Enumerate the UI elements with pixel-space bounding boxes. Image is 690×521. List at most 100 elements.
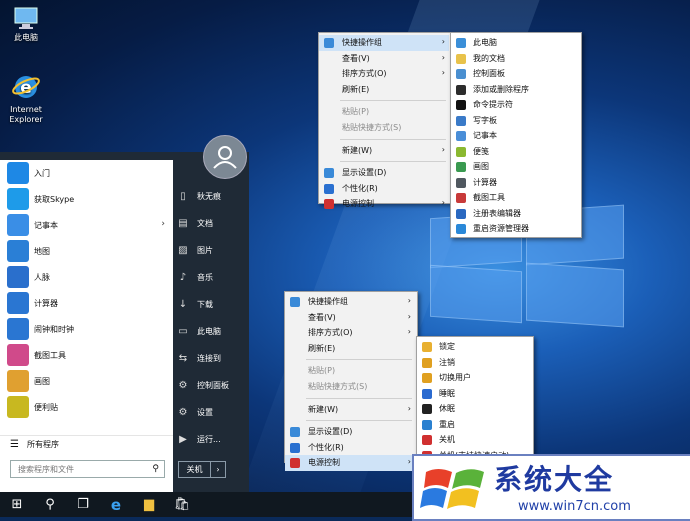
submenu-item[interactable]: 重启 bbox=[417, 417, 533, 432]
submenu-item[interactable]: 便笺 bbox=[451, 144, 581, 159]
context-menu-item[interactable]: 粘贴(P) bbox=[319, 104, 449, 120]
context-menu-item[interactable]: 查看(V) › bbox=[319, 51, 449, 67]
start-place-item[interactable]: ▤ 文档 bbox=[177, 212, 247, 234]
submenu-label: 注册表编辑器 bbox=[473, 208, 521, 218]
context-menu-item[interactable]: 个性化(R) bbox=[319, 181, 449, 197]
start-app-item[interactable]: 获取Skype bbox=[0, 186, 173, 212]
taskbar-button[interactable]: 🛍 bbox=[165, 492, 199, 517]
submenu-item[interactable]: 注册表编辑器 bbox=[451, 206, 581, 221]
user-avatar[interactable] bbox=[203, 135, 247, 179]
submenu-item[interactable]: 写字板 bbox=[451, 113, 581, 128]
wordpad-icon bbox=[456, 115, 466, 126]
context-menu-item[interactable]: 显示设置(D) bbox=[319, 165, 449, 181]
context-menu-item[interactable]: 电源控制 › bbox=[285, 455, 415, 472]
start-place-item[interactable]: ⚙ 设置 bbox=[177, 401, 247, 423]
context-menu-item[interactable]: 查看(V) › bbox=[285, 310, 415, 326]
start-app-item[interactable]: 闹钟和时钟 bbox=[0, 316, 173, 342]
start-search-input[interactable]: 搜索程序和文件 ⚲ bbox=[10, 460, 165, 478]
submenu-item[interactable]: 休眠 bbox=[417, 401, 533, 416]
taskbar-button[interactable]: ⚲ bbox=[33, 492, 67, 517]
start-place-item[interactable]: ↓ 下载 bbox=[177, 293, 247, 315]
context-menu-item[interactable]: 粘贴快捷方式(S) bbox=[319, 120, 449, 136]
context-menu-label: 粘贴快捷方式(S) bbox=[342, 123, 402, 132]
submenu-label: 重启资源管理器 bbox=[473, 224, 529, 233]
context-menu-item[interactable]: 新建(W) › bbox=[319, 143, 449, 159]
context-menu-item[interactable]: 个性化(R) bbox=[285, 440, 415, 456]
start-app-item[interactable]: 地图 bbox=[0, 238, 173, 264]
submenu-label: 我的文档 bbox=[473, 53, 505, 63]
taskbar-button[interactable]: ▆ bbox=[132, 492, 166, 517]
submenu-item[interactable]: 锁定 bbox=[417, 339, 533, 354]
all-programs-button[interactable]: ☰ 所有程序 bbox=[0, 435, 173, 452]
submenu-item[interactable]: 画图 bbox=[451, 159, 581, 174]
skype-icon bbox=[7, 188, 29, 210]
submenu-item[interactable]: 睡眠 bbox=[417, 386, 533, 401]
start-place-item[interactable]: ▶ 运行... bbox=[177, 428, 247, 450]
start-place-item[interactable]: ⚙ 控制面板 bbox=[177, 374, 247, 396]
context-menu-item[interactable]: 粘贴(P) bbox=[285, 363, 415, 379]
context-menu-item[interactable]: 粘贴快捷方式(S) bbox=[285, 379, 415, 395]
submenu-item[interactable]: 截图工具 bbox=[451, 190, 581, 205]
start-app-item[interactable]: 人脉 bbox=[0, 264, 173, 290]
submenu-item[interactable]: 关机 bbox=[417, 432, 533, 447]
start-app-label: 获取Skype bbox=[34, 194, 75, 204]
start-place-label: 音乐 bbox=[197, 272, 213, 282]
display-settings-icon bbox=[324, 168, 334, 179]
windows-start-icon: ⊞ bbox=[11, 497, 23, 512]
context-menu-item[interactable]: 刷新(E) bbox=[285, 341, 415, 357]
chevron-right-icon[interactable]: › bbox=[161, 219, 165, 229]
submenu-item[interactable]: 添加或删除程序 bbox=[451, 82, 581, 97]
start-place-item[interactable]: ▯ 秋无痕 bbox=[177, 185, 247, 207]
start-app-item[interactable]: 计算器 bbox=[0, 290, 173, 316]
submenu-item[interactable]: 切换用户 bbox=[417, 370, 533, 385]
start-place-item[interactable]: ⇆ 连接到 bbox=[177, 347, 247, 369]
start-app-item[interactable]: 入门 bbox=[0, 160, 173, 186]
start-place-item[interactable]: ♪ 音乐 bbox=[177, 266, 247, 288]
submenu-item[interactable]: 控制面板 bbox=[451, 66, 581, 81]
shutdown-options-arrow[interactable]: › bbox=[211, 462, 225, 477]
context-menu-item[interactable]: 快捷操作组 › bbox=[319, 35, 449, 51]
context-menu-item[interactable]: 显示设置(D) bbox=[285, 424, 415, 440]
taskbar-button[interactable]: ❐ bbox=[66, 492, 100, 517]
context-menu-item[interactable]: 排序方式(O) › bbox=[319, 66, 449, 82]
submenu-item[interactable]: 此电脑 bbox=[451, 35, 581, 50]
notepad-icon bbox=[456, 131, 466, 141]
start-app-item[interactable]: 记事本 › bbox=[0, 212, 173, 238]
context-menu-label: 排序方式(O) bbox=[308, 328, 353, 338]
context-menu-label: 刷新(E) bbox=[308, 343, 336, 353]
taskbar-button[interactable]: e bbox=[99, 492, 133, 517]
context-menu-item[interactable]: 排序方式(O) › bbox=[285, 325, 415, 341]
submenu-item[interactable]: 重启资源管理器 bbox=[451, 221, 581, 236]
power-control-submenu: 锁定注销切换用户睡眠休眠重启关机关机(支持快速启动) bbox=[416, 336, 534, 462]
context-menu-item[interactable]: 电源控制 › bbox=[319, 196, 449, 212]
context-menu-item[interactable]: 快捷操作组 › bbox=[285, 294, 415, 310]
start-place-item[interactable]: ▨ 图片 bbox=[177, 239, 247, 261]
submenu-item[interactable]: 计算器 bbox=[451, 175, 581, 190]
menu-separator bbox=[306, 397, 412, 399]
start-app-item[interactable]: 截图工具 bbox=[0, 342, 173, 368]
submenu-item[interactable]: 我的文档 bbox=[451, 51, 581, 66]
watermark-title: 系统大全 bbox=[494, 463, 615, 496]
desktop-icon-this-pc[interactable]: 此电脑 bbox=[0, 6, 52, 43]
submenu-item[interactable]: 注销 bbox=[417, 355, 533, 370]
shutdown-button[interactable]: 关机 › bbox=[178, 461, 226, 478]
all-programs-icon: ☰ bbox=[10, 438, 19, 450]
taskbar-button[interactable]: ⊞ bbox=[0, 492, 34, 517]
display-settings-icon bbox=[290, 427, 300, 438]
context-menu-item[interactable]: 新建(W) › bbox=[285, 402, 415, 418]
desktop-icon-ie[interactable]: e Internet Explorer bbox=[0, 72, 52, 125]
context-menu-item[interactable]: 刷新(E) bbox=[319, 82, 449, 98]
start-place-item[interactable]: ▭ 此电脑 bbox=[177, 320, 247, 342]
folder-icon bbox=[456, 53, 466, 64]
start-app-item[interactable]: 便利贴 bbox=[0, 394, 173, 420]
submenu-item[interactable]: 记事本 bbox=[451, 128, 581, 143]
watermark-url: www.win7cn.com bbox=[518, 499, 631, 514]
submenu-item[interactable]: 命令提示符 bbox=[451, 97, 581, 112]
context-menu-label: 个性化(R) bbox=[308, 442, 344, 452]
chevron-right-icon: › bbox=[441, 144, 445, 154]
start-place-label: 文档 bbox=[197, 218, 213, 228]
start-place-label: 下载 bbox=[197, 299, 213, 309]
submenu-label: 便笺 bbox=[473, 146, 489, 156]
start-app-item[interactable]: 画图 bbox=[0, 368, 173, 394]
chevron-right-icon: › bbox=[407, 403, 411, 413]
